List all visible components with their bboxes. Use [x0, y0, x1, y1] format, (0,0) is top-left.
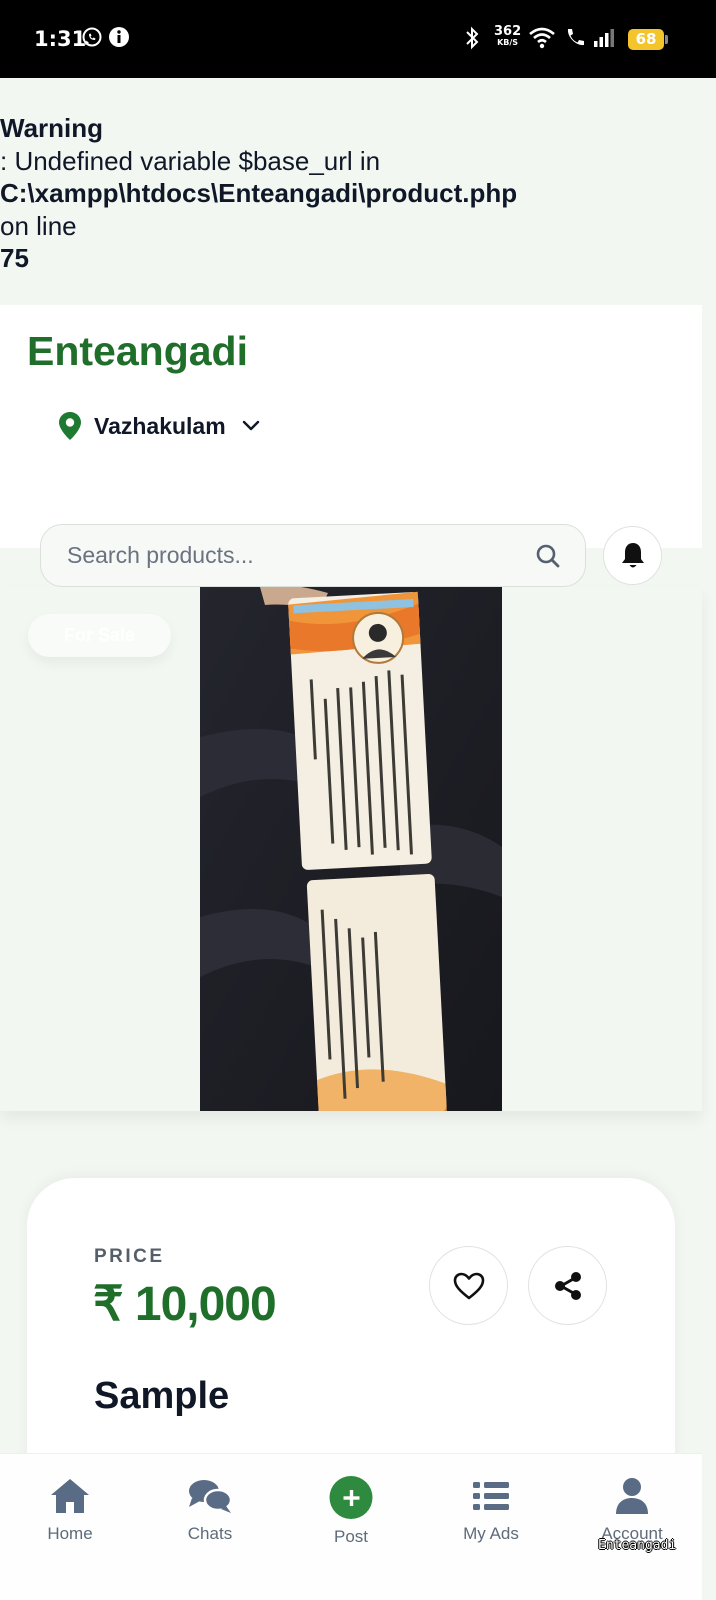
location-pin-icon: [59, 412, 81, 440]
nav-post[interactable]: Post: [281, 1454, 421, 1600]
share-icon: [554, 1271, 581, 1300]
chat-bubbles-icon: [189, 1480, 233, 1513]
search-bar: [40, 524, 586, 587]
nav-home[interactable]: Home: [0, 1454, 140, 1600]
watermark: Enteangadi: [598, 1538, 677, 1553]
user-icon: [616, 1478, 648, 1514]
bottom-navigation: Home Chats Post My Ads Account: [0, 1453, 702, 1600]
post-button: [329, 1476, 373, 1519]
product-detail-card: PRICE ₹ 10,000 Sample: [27, 1178, 675, 1478]
nav-chats[interactable]: Chats: [140, 1454, 280, 1600]
product-photo[interactable]: [200, 587, 502, 1111]
status-bar: 1:31 362 KB/S 68: [0, 0, 716, 78]
warning-line-number: 75: [0, 243, 29, 273]
notifications-button[interactable]: [603, 526, 662, 585]
price-value: ₹ 10,000: [93, 1278, 277, 1331]
price-label: PRICE: [94, 1246, 165, 1267]
status-time: 1:31: [34, 27, 87, 51]
call-wifi-icon: [567, 29, 584, 46]
nav-home-label: Home: [47, 1524, 93, 1543]
list-icon: [473, 1482, 509, 1510]
app-header: Enteangadi Vazhakulam: [0, 305, 702, 548]
warning-file: C:\xampp\htdocs\Enteangadi\product.php: [0, 178, 518, 208]
search-icon[interactable]: [535, 543, 561, 569]
warning-label: Warning: [0, 113, 104, 143]
whatsapp-icon: [82, 27, 102, 47]
plus-icon: [343, 1489, 359, 1506]
search-input[interactable]: [67, 525, 507, 586]
signal-icon: [594, 29, 614, 47]
product-gallery: For Sale: [0, 587, 702, 1111]
bell-icon: [621, 542, 644, 567]
status-badge: For Sale: [28, 614, 171, 657]
nav-my-ads-label: My Ads: [463, 1524, 519, 1543]
nav-account[interactable]: Account: [562, 1454, 702, 1600]
brand-logo[interactable]: Enteangadi: [27, 328, 248, 375]
home-icon: [51, 1479, 89, 1513]
php-warning: Warning : Undefined variable $base_url i…: [0, 112, 517, 275]
heart-icon: [453, 1272, 484, 1299]
network-speed: 362 KB/S: [494, 24, 522, 47]
product-image: [200, 587, 502, 1111]
favorite-button[interactable]: [429, 1246, 508, 1325]
battery-indicator: 68: [628, 29, 668, 50]
info-icon: [109, 27, 129, 47]
warning-message: : Undefined variable $base_url in: [0, 145, 381, 176]
location-selector[interactable]: Vazhakulam: [58, 411, 260, 441]
wifi-icon: [529, 27, 555, 49]
nav-chats-label: Chats: [187, 1524, 233, 1543]
nav-my-ads[interactable]: My Ads: [421, 1454, 561, 1600]
share-button[interactable]: [528, 1246, 607, 1325]
location-label: Vazhakulam: [94, 412, 226, 439]
nav-post-label: Post: [333, 1527, 369, 1546]
warning-on-line: on line: [0, 210, 77, 241]
chevron-down-icon: [242, 420, 259, 431]
bluetooth-icon: [466, 26, 479, 50]
product-title: Sample: [94, 1375, 230, 1417]
